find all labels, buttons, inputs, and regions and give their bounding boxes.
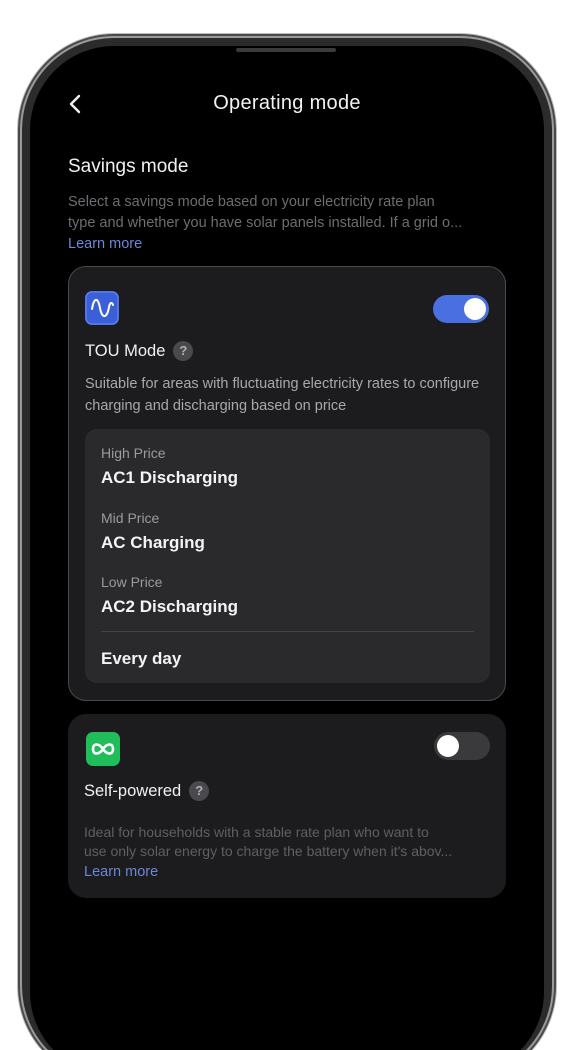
mid-price-value: AC Charging (101, 533, 205, 552)
tou-mode-description: Suitable for areas with fluctuating elec… (85, 376, 480, 414)
price-schedule-panel[interactable]: High Price AC1 Discharging Mid Price AC … (85, 429, 490, 683)
tou-mode-title: TOU Mode? (85, 341, 194, 361)
tou-mode-title-text: TOU Mode (85, 342, 166, 360)
self-powered-card[interactable]: Self-powered? Ideal for households with … (68, 714, 506, 898)
self-powered-learn-more-link[interactable]: Learn more (84, 864, 158, 880)
phone-screen: Operating mode Savings mode Select a sav… (30, 46, 544, 1050)
section-title: Savings mode (68, 156, 189, 177)
sine-wave-icon (85, 291, 119, 325)
self-powered-toggle[interactable] (434, 732, 490, 760)
toggle-knob (437, 735, 459, 757)
schedule-value: Every day (101, 649, 182, 668)
toggle-knob (464, 298, 486, 320)
divider (101, 631, 474, 632)
mid-price-label: Mid Price (101, 510, 160, 526)
low-price-label: Low Price (101, 574, 163, 590)
help-icon[interactable]: ? (173, 341, 194, 361)
section-description: Select a savings mode based on your elec… (68, 192, 508, 255)
tou-mode-toggle[interactable] (433, 295, 489, 323)
high-price-label: High Price (101, 445, 166, 461)
tou-mode-card[interactable]: TOU Mode? Suitable for areas with fluctu… (68, 266, 506, 701)
section-description-line1: Select a savings mode based on your elec… (68, 194, 435, 210)
header: Operating mode (30, 46, 544, 166)
help-icon[interactable]: ? (189, 781, 210, 801)
page-title: Operating mode (213, 92, 361, 114)
infinity-icon (86, 732, 120, 766)
self-powered-title: Self-powered? (84, 781, 210, 801)
learn-more-link[interactable]: Learn more (68, 234, 142, 255)
low-price-value: AC2 Discharging (101, 597, 238, 616)
self-powered-title-text: Self-powered (84, 782, 182, 800)
self-powered-description: Ideal for households with a stable rate … (84, 823, 484, 861)
high-price-value: AC1 Discharging (101, 468, 238, 487)
self-powered-description-line1: Ideal for households with a stable rate … (84, 824, 429, 840)
self-powered-description-line2: use only solar energy to charge the batt… (84, 843, 453, 859)
section-description-line2: type and whether you have solar panels i… (68, 215, 463, 231)
